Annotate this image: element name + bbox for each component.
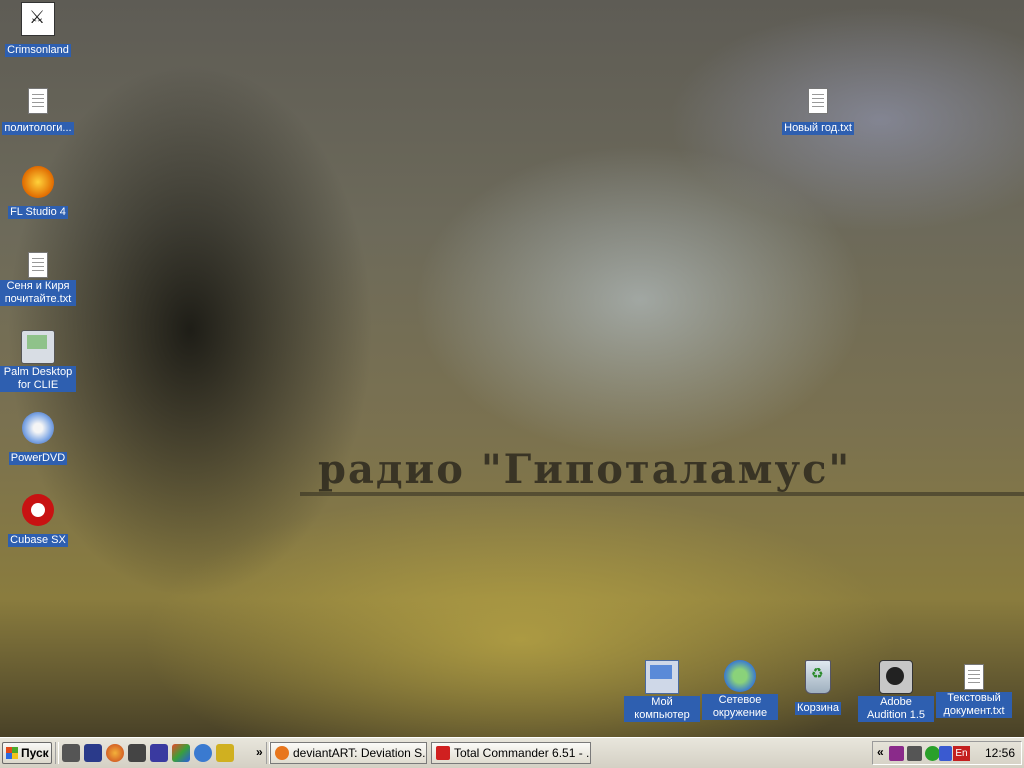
language-indicator[interactable]: En bbox=[953, 746, 970, 761]
tray-network-icon[interactable] bbox=[939, 746, 952, 761]
network-places-icon bbox=[724, 660, 756, 692]
quick-launch-overflow[interactable]: » bbox=[256, 745, 263, 759]
desktop-icon-cubase[interactable]: Cubase SX bbox=[0, 494, 76, 547]
desktop-icon-adobe-audition[interactable]: Adobe Audition 1.5 bbox=[858, 660, 934, 722]
clock[interactable]: 12:56 bbox=[985, 746, 1015, 760]
desktop-icon-label: PowerDVD bbox=[8, 452, 68, 465]
text-document-icon bbox=[808, 88, 828, 114]
start-label: Пуск bbox=[21, 746, 49, 760]
desktop-icon-label: Cubase SX bbox=[8, 534, 68, 547]
text-document-icon bbox=[964, 664, 984, 690]
desktop-icon-label: политологи... bbox=[2, 122, 74, 135]
desktop-icon-label: Adobe Audition 1.5 bbox=[858, 696, 934, 722]
desktop-icon-label: Мой компьютер bbox=[624, 696, 700, 722]
fl-studio-icon bbox=[22, 166, 54, 198]
desktop-icon-senya-kirya[interactable]: Сеня и Киря почитайте.txt bbox=[0, 248, 76, 306]
desktop-icon-label: Текстовый документ.txt bbox=[936, 692, 1012, 718]
desktop-icon-my-computer[interactable]: Мой компьютер bbox=[624, 660, 700, 722]
tray-expand-button[interactable]: « bbox=[877, 745, 884, 759]
winamp-icon[interactable] bbox=[84, 744, 102, 762]
firefox-icon[interactable] bbox=[106, 744, 124, 762]
desktop-icon-label: Сеня и Киря почитайте.txt bbox=[0, 280, 76, 306]
save-icon[interactable] bbox=[150, 744, 168, 762]
map-icon[interactable] bbox=[172, 744, 190, 762]
desktop-icon-label: Сетевое окружение bbox=[702, 694, 778, 720]
windows-flag-icon bbox=[6, 747, 18, 759]
wallpaper-stroke bbox=[300, 492, 1024, 496]
my-computer-icon bbox=[645, 660, 679, 694]
tray-security-icon[interactable] bbox=[907, 746, 922, 761]
firefox-icon bbox=[275, 746, 289, 760]
desktop-icon-label: Crimsonland bbox=[5, 44, 71, 57]
powerdvd-icon bbox=[22, 412, 54, 444]
desktop-icon-politology[interactable]: политологи... bbox=[0, 84, 76, 135]
desktop-icon-crimsonland[interactable]: Crimsonland bbox=[0, 2, 76, 57]
taskbar-button-total-commander[interactable]: Total Commander 6.51 - ... bbox=[431, 742, 591, 764]
wallpaper-text: радио "Гипоталамус" bbox=[318, 446, 852, 493]
adobe-audition-icon bbox=[879, 660, 913, 694]
task-label: Total Commander 6.51 - ... bbox=[454, 746, 591, 760]
start-button[interactable]: Пуск bbox=[2, 742, 52, 764]
crimsonland-icon bbox=[21, 2, 55, 36]
text-document-icon bbox=[28, 88, 48, 114]
text-document-icon bbox=[28, 252, 48, 278]
cubase-icon bbox=[22, 494, 54, 526]
bs-icon[interactable] bbox=[194, 744, 212, 762]
desktop-icon-label: Новый год.txt bbox=[782, 122, 854, 135]
desktop-icon-network-places[interactable]: Сетевое окружение bbox=[702, 660, 778, 720]
taskbar-button-firefox[interactable]: deviantART: Deviation S... bbox=[270, 742, 427, 764]
show-desktop-icon[interactable] bbox=[62, 744, 80, 762]
tray-icq-icon[interactable] bbox=[925, 746, 940, 761]
desktop-icon-recycle-bin[interactable]: Корзина bbox=[780, 660, 856, 715]
desktop-icon-label: Корзина bbox=[795, 702, 841, 715]
tray-app-icon[interactable] bbox=[889, 746, 904, 761]
desktop-icon-new-year[interactable]: Новый год.txt bbox=[780, 84, 856, 135]
toolbar-separator bbox=[55, 742, 59, 764]
desktop-icon-powerdvd[interactable]: PowerDVD bbox=[0, 412, 76, 465]
desktop-icon-label: FL Studio 4 bbox=[8, 206, 68, 219]
task-label: deviantART: Deviation S... bbox=[293, 746, 427, 760]
desktop-icon-palm-desktop[interactable]: Palm Desktop for CLIE bbox=[0, 330, 76, 392]
total-commander-icon bbox=[436, 746, 450, 760]
glasses-icon[interactable] bbox=[216, 744, 234, 762]
desktop-icon-label: Palm Desktop for CLIE bbox=[0, 366, 76, 392]
game-icon[interactable] bbox=[128, 744, 146, 762]
desktop-icon-text-document[interactable]: Текстовый документ.txt bbox=[936, 660, 1012, 718]
system-tray: « En 12:56 bbox=[872, 741, 1022, 765]
palm-desktop-icon bbox=[21, 330, 55, 364]
recycle-bin-icon bbox=[805, 660, 831, 694]
taskbar: Пуск » deviantART: Deviation S... Total … bbox=[0, 737, 1024, 768]
desktop-icon-fl-studio[interactable]: FL Studio 4 bbox=[0, 166, 76, 219]
